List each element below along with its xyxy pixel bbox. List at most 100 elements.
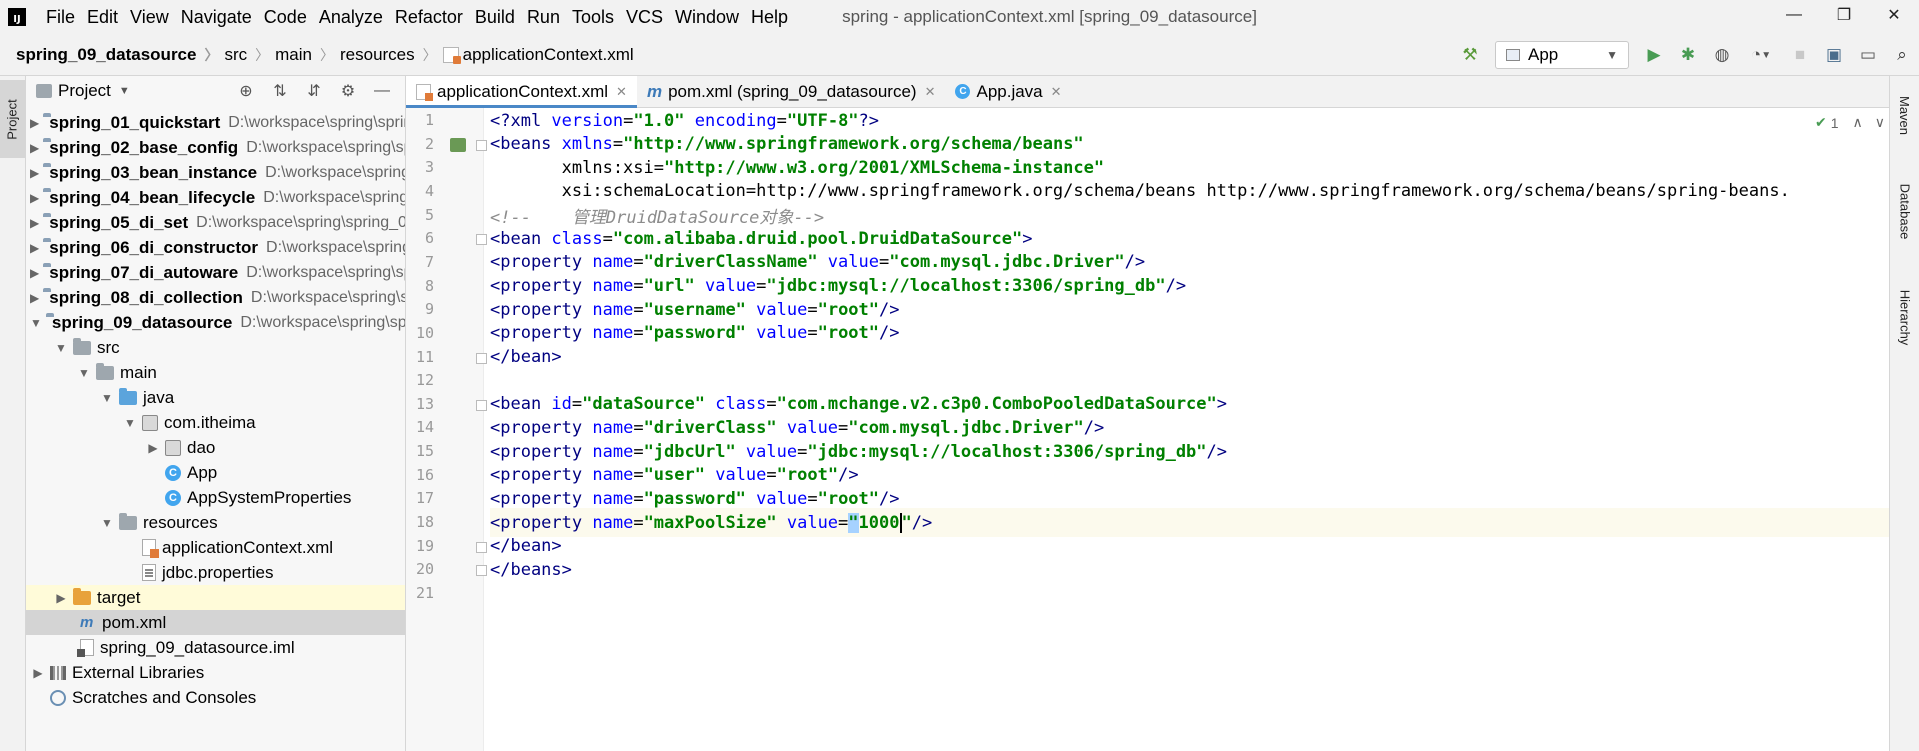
locate-file-icon[interactable]: ⊕ [229,81,263,101]
tree-item-module[interactable]: ▶ spring_02_base_config D:\workspace\sprin… [26,135,405,160]
chevron-right-icon[interactable]: ▶ [30,291,39,305]
chevron-right-icon[interactable]: ▶ [30,666,46,680]
chevron-down-icon[interactable]: ▼ [99,516,115,530]
tree-item-iml[interactable]: spring_09_datasource.iml [26,635,405,660]
menu-item-view[interactable]: View [124,7,175,28]
tree-item-module[interactable]: ▶ spring_04_bean_lifecycle D:\workspace\sp… [26,185,405,210]
debug-icon[interactable]: ✱ [1671,40,1705,70]
chevron-right-icon[interactable]: ▶ [30,116,39,130]
terminal-icon[interactable]: ▭ [1851,40,1885,70]
close-icon[interactable]: ✕ [616,84,627,100]
chevron-right-icon[interactable]: ▶ [53,591,69,605]
chevron-up-icon[interactable]: ∧ [1853,114,1863,131]
tree-item-module[interactable]: ▶ spring_05_di_set D:\workspace\spring\spr… [26,210,405,235]
tree-item-resources[interactable]: ▼ resources [26,510,405,535]
tree-item-file[interactable]: applicationContext.xml [26,535,405,560]
tree-item-scratches[interactable]: Scratches and Consoles [26,685,405,710]
fold-marker-icon[interactable] [476,139,487,151]
tree-item-java[interactable]: ▼ java [26,385,405,410]
collapse-all-icon[interactable]: ⇵ [297,81,331,101]
tree-item-module[interactable]: ▶ spring_06_di_constructor D:\workspace\sp… [26,235,405,260]
maven-tool-tab[interactable]: Maven [1890,80,1919,150]
menu-item-window[interactable]: Window [669,7,745,28]
menu-item-edit[interactable]: Edit [81,7,124,28]
tree-item-main[interactable]: ▼ main [26,360,405,385]
close-icon[interactable]: ✕ [925,84,936,100]
fold-marker-icon[interactable] [476,234,487,246]
fold-marker-icon[interactable] [476,541,487,553]
tree-item-module[interactable]: ▶ spring_01_quickstart D:\workspace\spring… [26,110,405,135]
hammer-icon[interactable]: ⚒ [1453,40,1487,70]
spring-bean-gutter-icon[interactable] [450,137,466,152]
code-editor[interactable]: <?xml version = "1.0" encoding = "UTF-8" ?> <b… [490,108,1889,751]
tab-applicationcontext-xml[interactable]: applicationContext.xml ✕ [406,76,637,108]
project-structure-icon[interactable]: ▣ [1817,40,1851,70]
tree-item-module[interactable]: ▶ spring_07_di_autoware D:\workspace\sprin… [26,260,405,285]
chevron-right-icon[interactable]: ▶ [30,166,39,180]
fold-marker-icon[interactable] [476,399,487,411]
chevron-down-icon[interactable]: ▼ [99,391,115,405]
chevron-right-icon[interactable]: ▶ [30,266,39,280]
chevron-down-icon[interactable]: ▼ [122,416,138,430]
menu-item-vcs[interactable]: VCS [620,7,669,28]
menu-item-file[interactable]: File [40,7,81,28]
close-icon[interactable]: ✕ [1051,84,1062,100]
menu-item-tools[interactable]: Tools [566,7,620,28]
chevron-down-icon[interactable]: ∨ [1875,114,1885,131]
menu-item-run[interactable]: Run [521,7,566,28]
tab-app-java[interactable]: C App.java ✕ [945,76,1071,107]
breadcrumb-project[interactable]: spring_09_datasource 〉 [0,45,218,65]
tree-item-module[interactable]: ▶ spring_08_di_collection D:\workspace\spr… [26,285,405,310]
menu-item-navigate[interactable]: Navigate [175,7,258,28]
stop-icon[interactable]: ■ [1783,40,1817,70]
search-icon[interactable]: ⌕ [1885,40,1919,70]
close-window-button[interactable]: ✕ [1869,0,1919,30]
code-line[interactable] [490,579,1889,608]
chevron-down-icon[interactable]: ▼ [76,366,92,380]
run-configuration-select[interactable]: App ▼ [1495,41,1629,69]
minimize-button[interactable]: — [1769,0,1819,30]
chevron-down-icon[interactable]: ▼ [30,316,42,330]
tree-item-file[interactable]: jdbc.properties [26,560,405,585]
menu-item-help[interactable]: Help [745,7,794,28]
menu-item-analyze[interactable]: Analyze [313,7,389,28]
tree-item-target[interactable]: ▶ target [26,585,405,610]
coverage-icon[interactable]: ◍ [1705,40,1739,70]
chevron-right-icon[interactable]: ▶ [30,241,39,255]
project-tool-tab[interactable]: Project [0,80,25,158]
breadcrumb-file[interactable]: applicationContext.xml [437,45,634,65]
run-icon[interactable]: ▶ [1637,40,1671,70]
breadcrumb-src[interactable]: src 〉 [218,45,269,65]
chevron-right-icon[interactable]: ▶ [145,441,161,455]
expand-all-icon[interactable]: ⇅ [263,81,297,101]
tree-item-pom[interactable]: m pom.xml [26,610,405,635]
chevron-down-icon[interactable]: ▼ [53,341,69,355]
database-tool-tab[interactable]: Database [1890,166,1919,256]
fold-marker-icon[interactable] [476,352,487,364]
hierarchy-tool-tab[interactable]: Hierarchy [1890,272,1919,362]
maximize-button[interactable]: ❐ [1819,0,1869,30]
tree-item-package[interactable]: ▼ com.itheima [26,410,405,435]
breadcrumb-main[interactable]: main 〉 [269,45,334,65]
chevron-right-icon[interactable]: ▶ [30,191,39,205]
profile-icon[interactable]: ◔ ▼ [1739,40,1783,70]
hide-panel-icon[interactable]: — [365,82,399,100]
menu-item-build[interactable]: Build [469,7,521,28]
chevron-right-icon[interactable]: ▶ [30,141,39,155]
breadcrumb-resources[interactable]: resources 〉 [334,45,437,65]
fold-marker-icon[interactable] [476,565,487,577]
tab-pom-xml[interactable]: m pom.xml (spring_09_datasource) ✕ [637,76,946,107]
tree-item-class[interactable]: C App [26,460,405,485]
menu-item-code[interactable]: Code [258,7,313,28]
tree-item-src[interactable]: ▼ src [26,335,405,360]
tree-item-dao[interactable]: ▶ dao [26,435,405,460]
tree-item-module[interactable]: ▶ spring_03_bean_instance D:\workspace\spr… [26,160,405,185]
tree-item-module[interactable]: ▼ spring_09_datasource D:\workspace\spring… [26,310,405,335]
menu-item-refactor[interactable]: Refactor [389,7,469,28]
tree-item-class[interactable]: C AppSystemProperties [26,485,405,510]
inspection-widget[interactable]: ✔ 1 ∧ ∨ [1815,114,1885,131]
tree-item-libraries[interactable]: ▶ External Libraries [26,660,405,685]
chevron-right-icon[interactable]: ▶ [30,216,39,230]
project-panel-title[interactable]: Project [58,81,111,101]
gear-icon[interactable]: ⚙ [331,81,365,101]
